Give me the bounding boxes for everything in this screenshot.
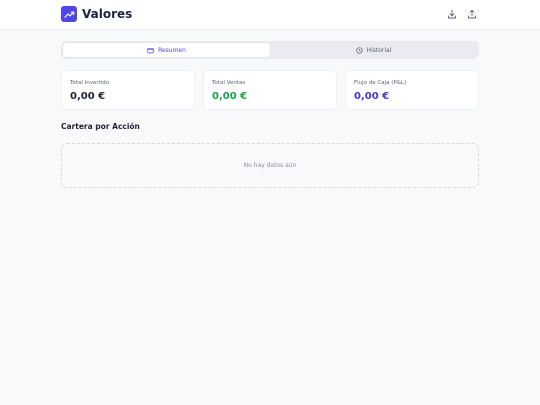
portfolio-empty-state: No hay datos aún [61,143,479,188]
trending-up-icon [63,11,74,18]
upload-button[interactable] [466,8,477,19]
clock-icon [355,46,363,54]
top-bar: Valores [0,0,540,30]
logo [61,6,77,22]
card-value: 0,00 € [70,91,106,102]
empty-state-text: No hay datos aún [243,162,297,169]
card-flujo-caja: Flujo de Caja (P&L) 0,00 € [345,70,479,110]
card-total-invertido: Total Invertido 0,00 € [61,70,195,110]
card-label: Total Ventas [212,80,246,86]
card-label: Flujo de Caja (P&L) [354,80,407,86]
wallet-icon [147,47,154,53]
download-icon [447,9,456,18]
card-total-ventas: Total Ventas 0,00 € [203,70,337,110]
card-value: 0,00 € [354,91,390,102]
download-button[interactable] [446,8,457,19]
upload-icon [467,9,476,18]
tab-historial-label: Historial [366,46,392,54]
tab-resumen-label: Resumen [158,46,186,54]
portfolio-title: Cartera por Acción [61,122,140,131]
tab-historial[interactable]: Historial [270,43,477,57]
view-tabs: Resumen Historial [61,41,479,59]
tab-resumen[interactable]: Resumen [63,43,270,57]
card-label: Total Invertido [70,80,110,86]
app-title: Valores [82,7,133,21]
summary-cards: Total Invertido 0,00 € Total Ventas 0,00… [61,70,479,110]
card-value: 0,00 € [212,91,248,102]
